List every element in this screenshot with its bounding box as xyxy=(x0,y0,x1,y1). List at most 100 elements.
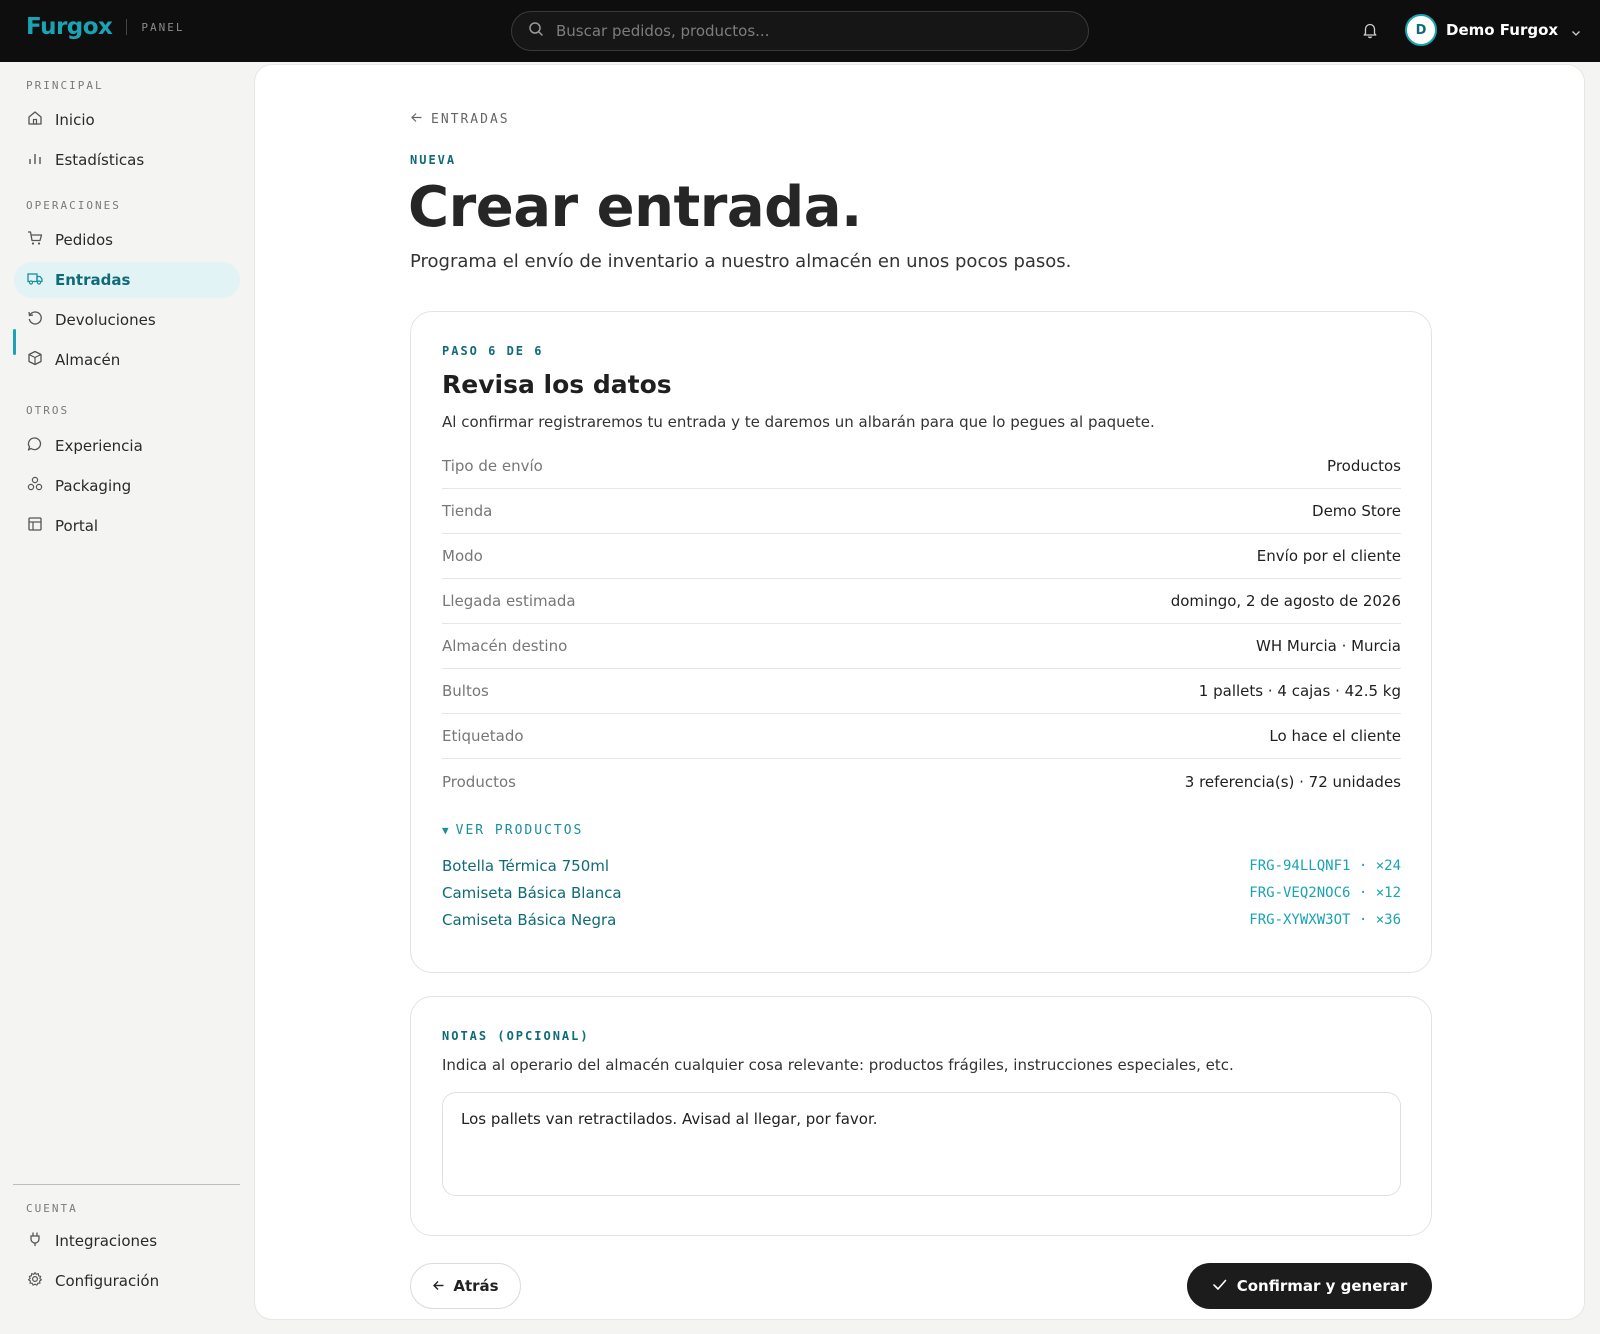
top-bar: Furgox PANEL D Demo Furgox xyxy=(0,0,1600,62)
layout-icon xyxy=(26,515,44,537)
search-input[interactable] xyxy=(556,22,1056,40)
search-box[interactable] xyxy=(511,11,1089,51)
plug-icon xyxy=(26,1230,44,1252)
list-item: Camiseta Básica Negra FRG-XYWXW3OT · ×36 xyxy=(442,906,1401,933)
panel-label: PANEL xyxy=(141,20,185,34)
summary-key: Etiquetado xyxy=(442,727,524,745)
caret-down-icon: ▼ xyxy=(442,824,451,837)
product-sku-qty: FRG-VEQ2NOC6 · ×12 xyxy=(1249,884,1401,901)
summary-table: Tipo de envío Productos Tienda Demo Store … xyxy=(442,444,1401,804)
sidebar-item-integraciones[interactable]: Integraciones xyxy=(14,1223,240,1259)
product-sku-qty: FRG-XYWXW3OT · ×36 xyxy=(1249,911,1401,928)
summary-value: Lo hace el cliente xyxy=(1269,727,1401,745)
sidebar-item-label: Configuración xyxy=(55,1272,160,1290)
summary-key: Almacén destino xyxy=(442,637,568,655)
brand[interactable]: Furgox PANEL xyxy=(26,14,185,40)
summary-key: Modo xyxy=(442,547,483,565)
summary-key: Bultos xyxy=(442,682,489,700)
summary-value: domingo, 2 de agosto de 2026 xyxy=(1170,592,1401,610)
summary-row: Almacén destino WH Murcia · Murcia xyxy=(442,624,1401,669)
sidebar-item-label: Estadísticas xyxy=(55,151,145,169)
summary-row: Tipo de envío Productos xyxy=(442,444,1401,489)
page-title: Crear entrada. xyxy=(408,175,862,240)
sidebar-item-configuracion[interactable]: Configuración xyxy=(14,1263,240,1299)
confirm-button-label: Confirmar y generar xyxy=(1236,1277,1408,1295)
sidebar-item-entradas[interactable]: Entradas xyxy=(14,262,240,298)
bell-icon[interactable] xyxy=(1361,21,1379,39)
step-indicator: PASO 6 DE 6 xyxy=(442,344,544,358)
summary-value: Demo Store xyxy=(1312,502,1401,520)
summary-row: Tienda Demo Store xyxy=(442,489,1401,534)
product-name: Camiseta Básica Negra xyxy=(442,910,617,929)
list-item: Botella Térmica 750ml FRG-94LLQNF1 · ×24 xyxy=(442,852,1401,879)
summary-row: Etiquetado Lo hace el cliente xyxy=(442,714,1401,759)
check-icon xyxy=(1212,1277,1237,1296)
brand-divider xyxy=(126,19,128,35)
sidebar-divider xyxy=(13,1184,240,1185)
box-icon xyxy=(26,349,44,371)
summary-row: Modo Envío por el cliente xyxy=(442,534,1401,579)
cart-icon xyxy=(26,229,44,251)
back-button[interactable]: Atrás xyxy=(410,1263,521,1309)
sidebar-item-label: Integraciones xyxy=(55,1232,158,1250)
summary-row: Productos 3 referencia(s) · 72 unidades xyxy=(442,759,1401,804)
product-list: Botella Térmica 750ml FRG-94LLQNF1 · ×24 … xyxy=(442,852,1401,933)
packages-icon xyxy=(26,475,44,497)
review-description: Al confirmar registraremos tu entrada y … xyxy=(442,413,1155,431)
sidebar-item-estadisticas[interactable]: Estadísticas xyxy=(14,142,240,178)
sidebar-item-experiencia[interactable]: Experiencia xyxy=(14,428,240,464)
summary-key: Tienda xyxy=(442,502,493,520)
summary-row: Llegada estimada domingo, 2 de agosto de … xyxy=(442,579,1401,624)
summary-value: 3 referencia(s) · 72 unidades xyxy=(1184,772,1401,791)
gear-icon xyxy=(26,1270,44,1292)
sidebar-item-label: Packaging xyxy=(55,477,132,495)
arrow-left-icon xyxy=(432,1277,453,1296)
summary-key: Tipo de envío xyxy=(442,457,543,475)
arrow-left-icon xyxy=(410,111,431,128)
sidebar-item-label: Pedidos xyxy=(55,231,113,249)
page-eyebrow: NUEVA xyxy=(410,153,457,167)
summary-key: Productos xyxy=(442,772,516,791)
product-name: Camiseta Básica Blanca xyxy=(442,883,622,902)
sidebar-section-principal: PRINCIPAL xyxy=(26,79,104,92)
sidebar-item-inicio[interactable]: Inicio xyxy=(14,102,240,138)
sidebar-item-devoluciones[interactable]: Devoluciones xyxy=(14,302,240,338)
notes-textarea[interactable]: Los pallets van retractilados. Avisad al… xyxy=(442,1092,1401,1196)
product-sku-qty: FRG-94LLQNF1 · ×24 xyxy=(1249,857,1401,874)
sidebar-item-label: Experiencia xyxy=(55,437,143,455)
bar-chart-icon xyxy=(26,149,44,171)
summary-value: Productos xyxy=(1327,457,1401,475)
summary-value: WH Murcia · Murcia xyxy=(1256,637,1401,655)
summary-key: Llegada estimada xyxy=(442,592,576,610)
sidebar-item-label: Entradas xyxy=(55,271,131,289)
back-button-label: Atrás xyxy=(453,1277,499,1295)
sidebar-item-almacen[interactable]: Almacén xyxy=(14,342,240,378)
brand-logo[interactable]: Furgox xyxy=(26,14,113,40)
back-link-label: ENTRADAS xyxy=(431,112,510,127)
user-menu[interactable]: D Demo Furgox xyxy=(1405,14,1582,46)
back-to-entradas-link[interactable]: ENTRADAS xyxy=(410,111,510,128)
sidebar-item-label: Devoluciones xyxy=(55,311,156,329)
sidebar: PRINCIPAL Inicio Estadísticas OPERACIONE… xyxy=(0,62,254,1334)
sidebar-section-otros: OTROS xyxy=(26,404,70,417)
notes-card: NOTAS (OPCIONAL) Indica al operario del … xyxy=(410,996,1432,1236)
sidebar-item-portal[interactable]: Portal xyxy=(14,508,240,544)
ver-productos-toggle[interactable]: ▼ VER PRODUCTOS xyxy=(442,823,583,838)
product-name: Botella Térmica 750ml xyxy=(442,856,610,875)
summary-row: Bultos 1 pallets · 4 cajas · 42.5 kg xyxy=(442,669,1401,714)
avatar[interactable]: D xyxy=(1405,14,1437,46)
chat-icon xyxy=(26,435,44,457)
review-card: PASO 6 DE 6 Revisa los datos Al confirma… xyxy=(410,311,1432,973)
sidebar-item-pedidos[interactable]: Pedidos xyxy=(14,222,240,258)
search-icon xyxy=(528,21,544,41)
toggle-label: VER PRODUCTOS xyxy=(455,823,584,838)
sidebar-item-packaging[interactable]: Packaging xyxy=(14,468,240,504)
review-title: Revisa los datos xyxy=(442,370,672,399)
confirm-button[interactable]: Confirmar y generar xyxy=(1187,1263,1432,1309)
truck-icon xyxy=(26,269,44,291)
chevron-down-icon[interactable] xyxy=(1570,24,1582,36)
summary-value: 1 pallets · 4 cajas · 42.5 kg xyxy=(1198,682,1401,700)
user-name[interactable]: Demo Furgox xyxy=(1446,21,1558,39)
summary-value: Envío por el cliente xyxy=(1256,547,1401,565)
notes-label: NOTAS (OPCIONAL) xyxy=(442,1029,590,1043)
